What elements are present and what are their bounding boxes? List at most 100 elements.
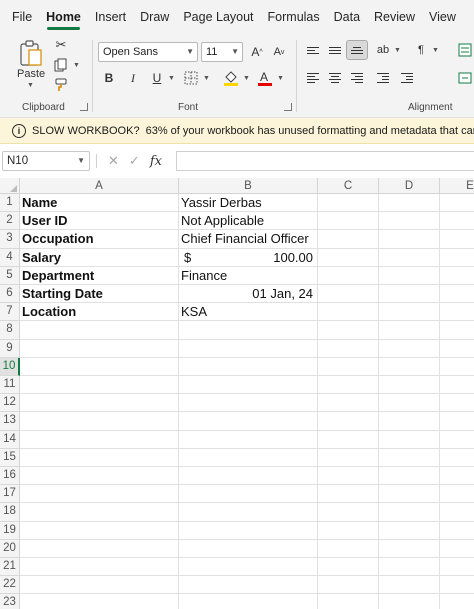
clipboard-launcher-icon[interactable]	[80, 103, 88, 111]
underline-button[interactable]: U	[146, 68, 168, 88]
cell-d14[interactable]	[379, 430, 440, 449]
increase-font-size-icon[interactable]: A ^	[246, 42, 268, 62]
cut-icon[interactable]: ✂	[52, 36, 70, 54]
row-header[interactable]: 11	[0, 376, 20, 395]
cell-c5[interactable]	[318, 266, 379, 285]
cell-b5[interactable]: Finance	[179, 266, 318, 285]
cell-a3[interactable]: Occupation	[20, 230, 179, 249]
decrease-font-size-icon[interactable]: Av	[268, 42, 290, 62]
paste-chevron-down-icon[interactable]: ▼	[27, 82, 34, 89]
cell-d20[interactable]	[379, 539, 440, 558]
cell-a1[interactable]: Name	[20, 194, 179, 213]
cell-e19[interactable]	[440, 522, 474, 540]
cell-a19[interactable]	[20, 521, 179, 540]
cell-b1[interactable]: Yassir Derbas	[179, 194, 318, 213]
cell-b14[interactable]	[179, 430, 318, 449]
font-size-dropdown[interactable]: 11 ▼	[201, 42, 243, 62]
cell-a15[interactable]	[20, 448, 179, 467]
cell-e2[interactable]	[440, 212, 474, 231]
cell-c22[interactable]	[318, 576, 379, 595]
cell-b10[interactable]	[179, 357, 318, 376]
orientation-icon[interactable]: ab	[372, 40, 394, 60]
font-name-dropdown[interactable]: Open Sans ▼	[98, 42, 198, 62]
cell-d23[interactable]	[379, 594, 440, 609]
cell-b15[interactable]	[179, 448, 318, 467]
cell-a9[interactable]	[20, 339, 179, 358]
cell-d4[interactable]	[379, 248, 440, 267]
align-middle-icon[interactable]	[324, 40, 346, 60]
cell-a12[interactable]	[20, 394, 179, 413]
cell-e6[interactable]	[440, 285, 474, 304]
row-header[interactable]: 15	[0, 448, 20, 467]
cell-d21[interactable]	[379, 558, 440, 577]
cell-a5[interactable]: Department	[20, 266, 179, 285]
cell-d6[interactable]	[379, 285, 440, 304]
cell-b7[interactable]: KSA	[179, 303, 318, 322]
format-painter-icon[interactable]	[52, 76, 70, 94]
row-header[interactable]: 12	[0, 394, 20, 413]
cell-e3[interactable]	[440, 230, 474, 249]
cell-b21[interactable]	[179, 558, 318, 577]
column-header-b[interactable]: B	[179, 178, 318, 194]
formula-input[interactable]	[176, 151, 474, 171]
menu-insert[interactable]: Insert	[88, 0, 133, 34]
text-direction-chevron-down-icon[interactable]: ▼	[432, 47, 439, 54]
cell-e9[interactable]	[440, 340, 474, 358]
cell-c16[interactable]	[318, 467, 379, 486]
merge-center-icon[interactable]	[454, 68, 474, 88]
cell-b3[interactable]: Chief Financial Officer	[179, 230, 318, 249]
cell-b17[interactable]	[179, 485, 318, 504]
menu-draw[interactable]: Draw	[133, 0, 176, 34]
cell-d9[interactable]	[379, 339, 440, 358]
cell-e7[interactable]	[440, 303, 474, 322]
cell-d5[interactable]	[379, 266, 440, 285]
column-header-e[interactable]: E	[440, 178, 474, 194]
enter-icon[interactable]: ✓	[129, 153, 140, 169]
cell-c11[interactable]	[318, 376, 379, 395]
cell-e5[interactable]	[440, 267, 474, 285]
cell-b19[interactable]	[179, 521, 318, 540]
cell-c2[interactable]	[318, 212, 379, 231]
cell-a7[interactable]: Location	[20, 303, 179, 322]
cell-e1[interactable]	[440, 194, 474, 213]
cell-e20[interactable]	[440, 540, 474, 558]
cell-c9[interactable]	[318, 339, 379, 358]
row-header[interactable]: 10	[0, 357, 20, 376]
align-center-icon[interactable]	[324, 68, 346, 88]
cancel-icon[interactable]: ✕	[108, 153, 119, 169]
increase-indent-icon[interactable]	[396, 68, 418, 88]
cell-c7[interactable]	[318, 303, 379, 322]
row-header[interactable]: 9	[0, 339, 20, 358]
cell-e15[interactable]	[440, 449, 474, 467]
text-direction-icon[interactable]: ¶	[410, 40, 432, 60]
cell-e13[interactable]	[440, 412, 474, 431]
cell-a14[interactable]	[20, 430, 179, 449]
row-header[interactable]: 18	[0, 503, 20, 522]
cell-d13[interactable]	[379, 412, 440, 431]
cell-d2[interactable]	[379, 212, 440, 231]
cell-a23[interactable]	[20, 594, 179, 609]
cell-e4[interactable]	[440, 249, 474, 267]
cell-a21[interactable]	[20, 558, 179, 577]
row-header[interactable]: 5	[0, 266, 20, 285]
cell-b13[interactable]	[179, 412, 318, 431]
align-right-icon[interactable]	[346, 68, 368, 88]
paste-button[interactable]	[14, 38, 48, 68]
menu-home[interactable]: Home	[39, 0, 88, 34]
cell-b9[interactable]	[179, 339, 318, 358]
cell-c21[interactable]	[318, 558, 379, 577]
cell-b22[interactable]	[179, 576, 318, 595]
name-box[interactable]: N10 ▼	[2, 151, 90, 171]
menu-formulas[interactable]: Formulas	[261, 0, 327, 34]
cell-d10[interactable]	[379, 357, 440, 376]
cell-e17[interactable]	[440, 485, 474, 504]
align-top-icon[interactable]	[302, 40, 324, 60]
cell-e10[interactable]	[440, 358, 474, 376]
row-header[interactable]: 7	[0, 303, 20, 322]
cell-c13[interactable]	[318, 412, 379, 431]
cell-a22[interactable]	[20, 576, 179, 595]
row-header[interactable]: 17	[0, 485, 20, 504]
cell-a6[interactable]: Starting Date	[20, 285, 179, 304]
cell-d11[interactable]	[379, 376, 440, 395]
cell-a8[interactable]	[20, 321, 179, 340]
